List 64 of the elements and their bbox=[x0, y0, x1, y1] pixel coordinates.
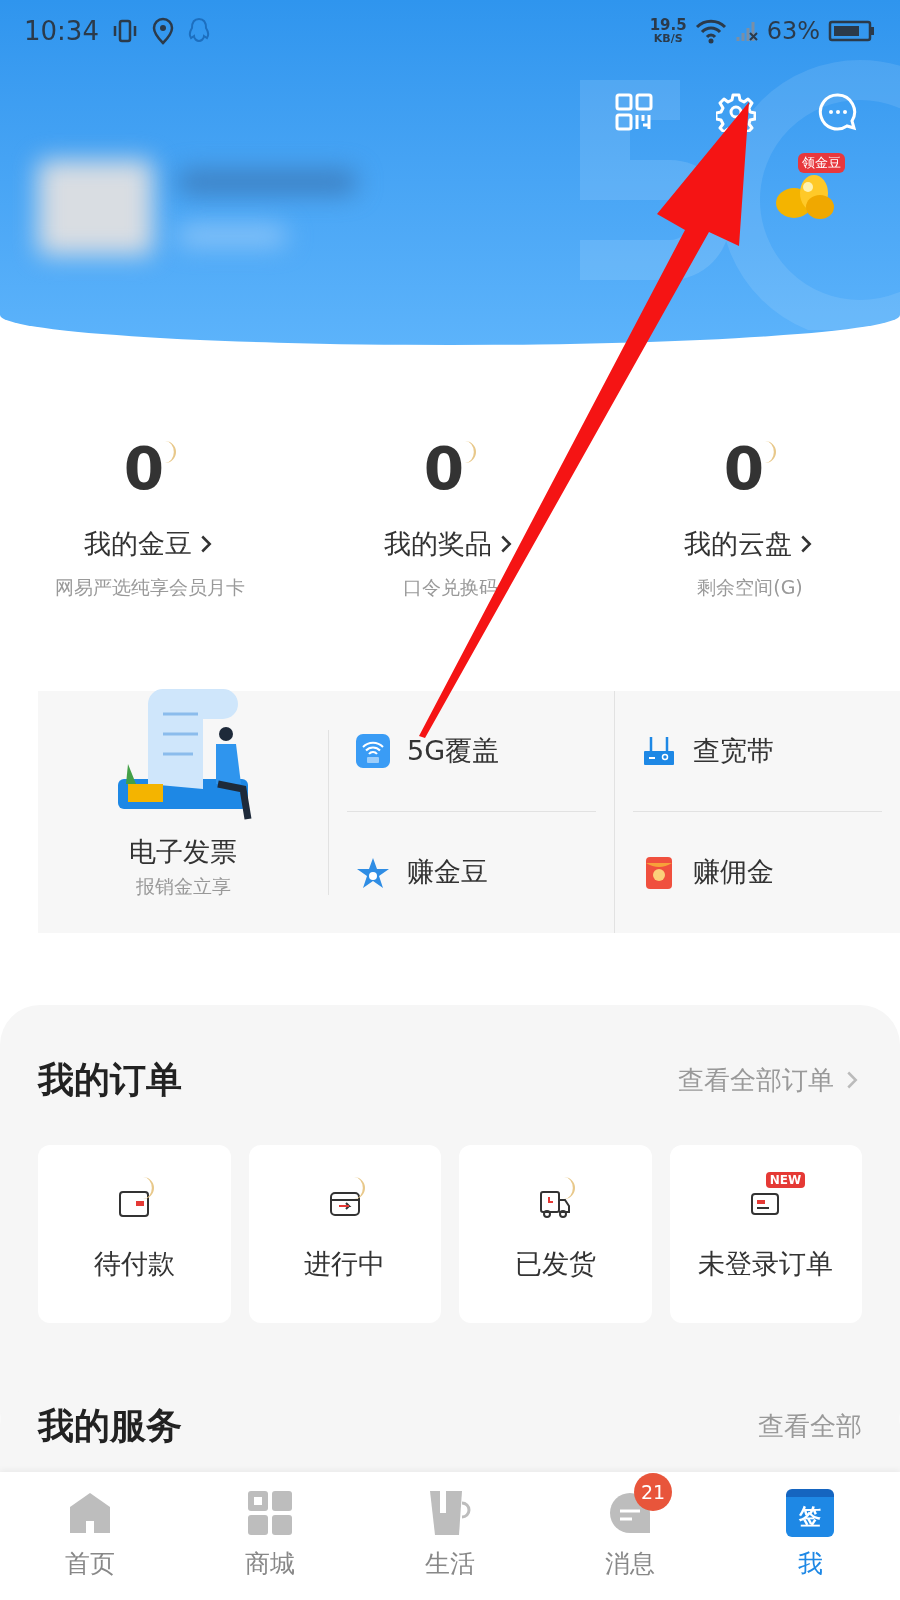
order-tile[interactable]: 已发货 bbox=[459, 1145, 652, 1323]
new-badge: NEW bbox=[765, 1171, 806, 1188]
stat-link[interactable]: 我的金豆 bbox=[84, 524, 216, 565]
stat-link[interactable]: 我的云盘 bbox=[684, 524, 816, 565]
nav-tab[interactable]: 首页 bbox=[0, 1472, 180, 1600]
grid-icon bbox=[246, 1489, 294, 1538]
stat-value: 0 bbox=[423, 440, 465, 498]
stat-title: 我的奖品 bbox=[384, 527, 492, 561]
nav-tab[interactable]: 21 消息 bbox=[540, 1472, 720, 1600]
order-label: 已发货 bbox=[514, 1246, 596, 1281]
crescent-icon bbox=[764, 440, 777, 464]
nav-label: 消息 bbox=[605, 1548, 655, 1581]
order-tile[interactable]: 进行中 bbox=[248, 1145, 441, 1323]
qr-code-icon[interactable] bbox=[614, 92, 654, 132]
nav-tab[interactable]: 商城 bbox=[180, 1472, 360, 1600]
stat-title: 我的金豆 bbox=[84, 527, 192, 561]
order-label: 进行中 bbox=[304, 1246, 386, 1281]
order-label: 待付款 bbox=[93, 1246, 175, 1281]
calendar-icon-text: 签 bbox=[799, 1506, 821, 1529]
nav-tab[interactable]: 生活 bbox=[360, 1472, 540, 1600]
wifi-signal-icon bbox=[694, 17, 727, 45]
service-label: 赚佣金 bbox=[692, 855, 774, 890]
service-label: 5G覆盖 bbox=[407, 733, 500, 768]
service-item[interactable]: 查宽带 bbox=[632, 691, 882, 812]
crescent-icon bbox=[563, 1175, 576, 1200]
battery-percent: 63% bbox=[766, 16, 820, 47]
wifi-icon bbox=[355, 733, 391, 769]
location-icon bbox=[150, 17, 175, 45]
feature-title: 电子发票 bbox=[129, 834, 237, 869]
crescent-icon bbox=[142, 1175, 155, 1200]
network-speed: 19.5 bbox=[649, 18, 687, 33]
clock-time: 10:34 bbox=[24, 14, 99, 48]
crescent-icon bbox=[164, 440, 177, 464]
feature-tile[interactable]: 电子发票 报销金立享 bbox=[38, 683, 328, 901]
nav-label: 商城 bbox=[245, 1548, 295, 1581]
service-item[interactable]: 赚佣金 bbox=[632, 812, 882, 933]
service-label: 赚金豆 bbox=[407, 855, 488, 890]
battery-icon bbox=[828, 19, 876, 43]
bean-badge: 领金豆 bbox=[798, 152, 845, 173]
stat-title: 我的云盘 bbox=[684, 527, 792, 561]
stat-link[interactable]: 我的奖品 bbox=[384, 524, 516, 565]
message-icon[interactable] bbox=[818, 92, 858, 132]
stat-subtitle: 剩余空间(G) bbox=[697, 574, 803, 600]
penguin-icon bbox=[186, 17, 211, 45]
feature-subtitle: 报销金立享 bbox=[135, 874, 231, 899]
settings-icon[interactable] bbox=[716, 92, 756, 132]
crescent-icon bbox=[464, 440, 477, 464]
service-label: 查宽带 bbox=[692, 733, 774, 768]
nav-label: 生活 bbox=[425, 1548, 475, 1581]
service-item[interactable]: 赚金豆 bbox=[347, 812, 596, 933]
unread-count-badge: 21 bbox=[634, 1473, 672, 1512]
order-tile[interactable]: 待付款 bbox=[38, 1145, 231, 1323]
stat-subtitle: 网易严选纯享会员月卡 bbox=[55, 574, 245, 600]
all-orders-label: 查看全部订单 bbox=[678, 1063, 834, 1097]
order-tile[interactable]: NEW 未登录订单 bbox=[669, 1145, 862, 1323]
stat-value: 0 bbox=[723, 440, 765, 498]
nav-tab[interactable]: 签 我 bbox=[720, 1472, 900, 1600]
stat-value: 0 bbox=[123, 440, 165, 498]
order-label: 未登录订单 bbox=[698, 1246, 834, 1281]
my-services-title: 我的服务 bbox=[38, 1404, 182, 1448]
nav-label: 首页 bbox=[65, 1548, 115, 1581]
nav-label: 我 bbox=[797, 1548, 823, 1581]
network-speed-unit: KB/S bbox=[653, 33, 683, 44]
orders-title: 我的订单 bbox=[38, 1058, 182, 1102]
